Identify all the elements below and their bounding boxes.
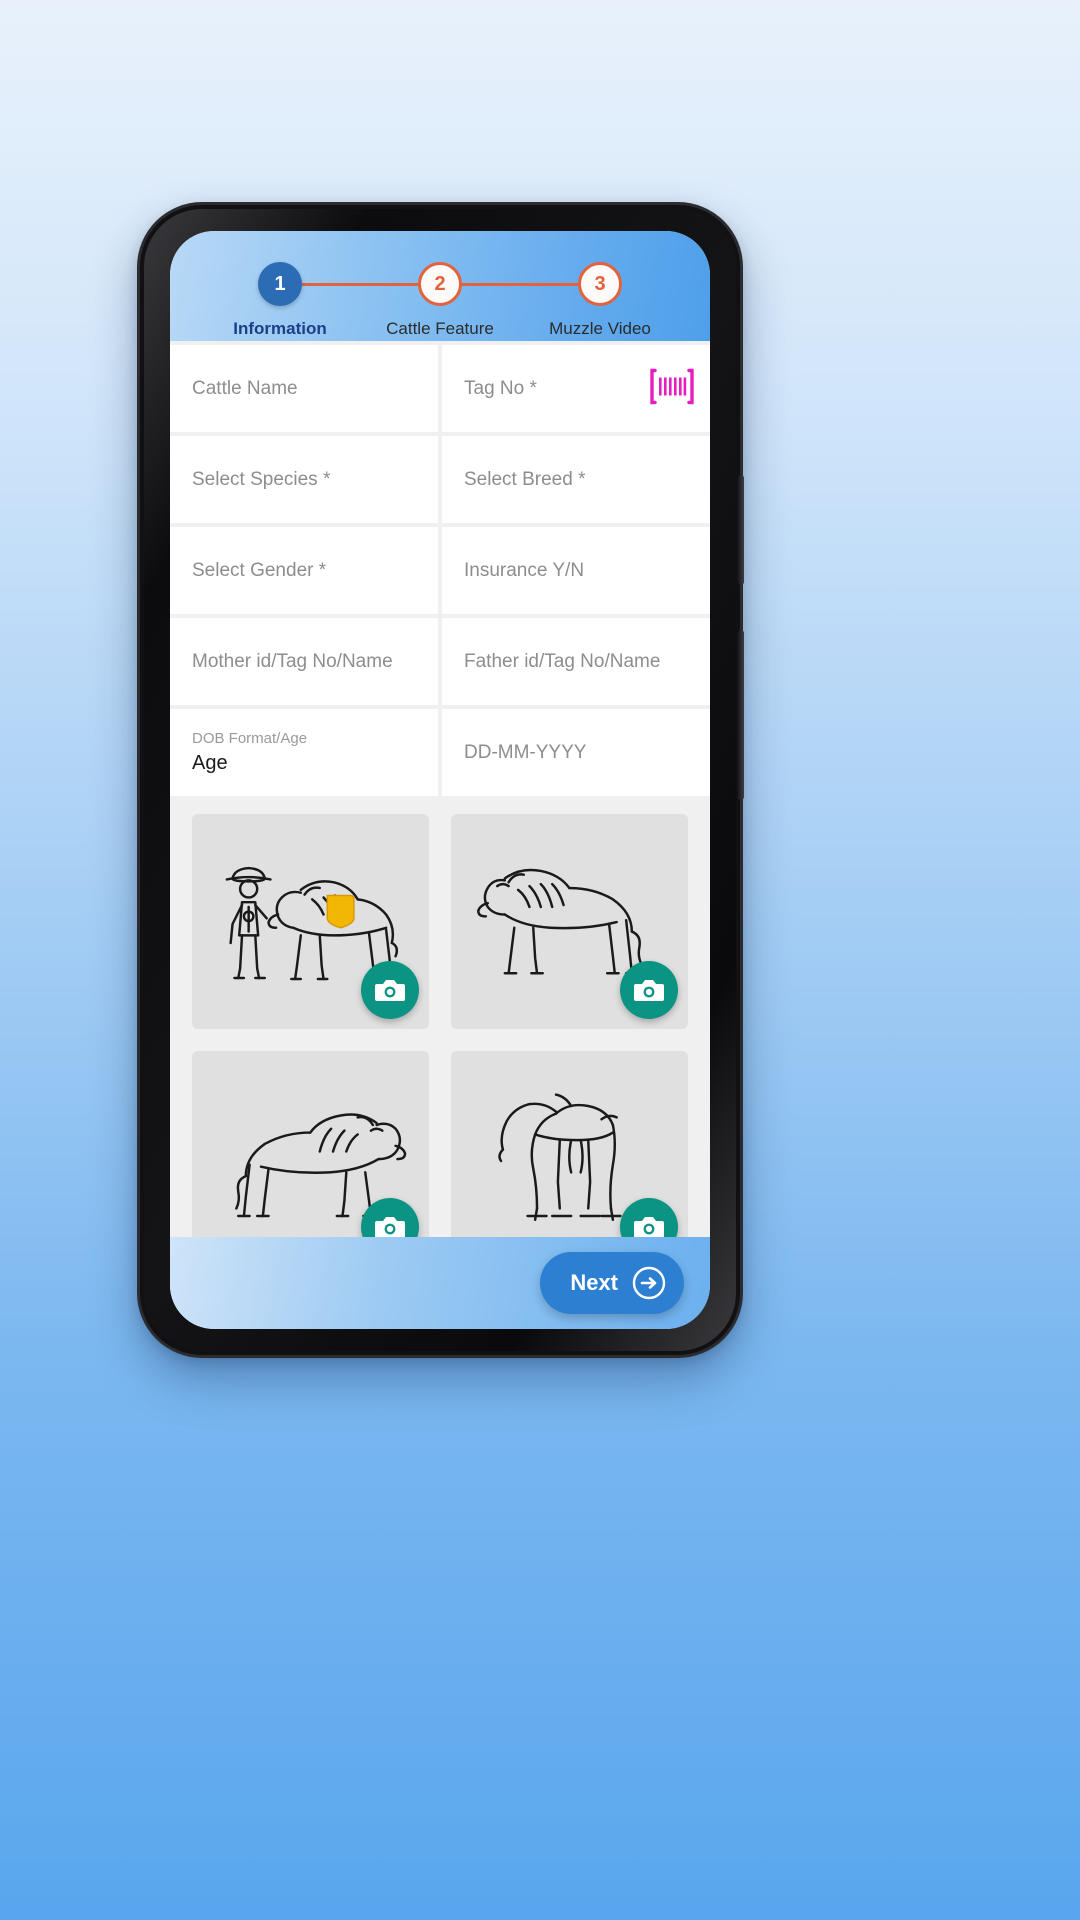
stepper-node-2-number: 2 xyxy=(434,272,446,295)
form-grid: Cattle Name Tag No * Select Species * Se… xyxy=(170,341,710,796)
field-select-breed-placeholder: Select Breed * xyxy=(464,468,586,490)
field-dob-format-value: Age xyxy=(192,752,228,774)
photo-tile-cattle-side[interactable] xyxy=(451,814,688,1029)
photo-capture-grid xyxy=(170,796,710,1237)
photo-tile-cattle-rear[interactable] xyxy=(451,1051,688,1237)
next-button-label: Next xyxy=(570,1270,618,1295)
field-select-gender[interactable]: Select Gender * xyxy=(170,527,438,614)
stepper-node-3[interactable]: 3 xyxy=(578,262,622,306)
field-insurance-placeholder: Insurance Y/N xyxy=(464,559,585,581)
volume-button[interactable] xyxy=(738,475,744,585)
barcode-icon[interactable] xyxy=(650,366,694,411)
stepper-label-information[interactable]: Information xyxy=(204,319,356,339)
camera-icon xyxy=(634,1217,664,1237)
field-select-species[interactable]: Select Species * xyxy=(170,436,438,523)
field-tag-no[interactable]: Tag No * xyxy=(442,345,710,432)
stepper-node-1-number: 1 xyxy=(274,272,286,295)
stepper-label-cattle-feature[interactable]: Cattle Feature xyxy=(364,319,516,339)
camera-icon xyxy=(634,980,664,1001)
field-father-id[interactable]: Father id/Tag No/Name xyxy=(442,618,710,705)
field-mother-id[interactable]: Mother id/Tag No/Name xyxy=(170,618,438,705)
field-select-species-placeholder: Select Species * xyxy=(192,468,331,490)
power-button[interactable] xyxy=(738,630,744,800)
field-dob-format-label: DOB Format/Age xyxy=(192,730,308,747)
field-select-gender-placeholder: Select Gender * xyxy=(192,559,327,581)
field-insurance[interactable]: Insurance Y/N xyxy=(442,527,710,614)
field-cattle-name[interactable]: Cattle Name xyxy=(170,345,438,432)
stepper-node-2[interactable]: 2 xyxy=(418,262,462,306)
camera-icon xyxy=(375,980,405,1001)
stepper-nodes: 1 2 3 xyxy=(170,261,710,307)
next-button[interactable]: Next xyxy=(540,1252,684,1314)
camera-button-cattle-side[interactable] xyxy=(620,961,678,1019)
bottom-action-bar: Next xyxy=(170,1237,710,1329)
field-dob-date-placeholder: DD-MM-YYYY xyxy=(464,741,587,763)
stepper-labels: Information Cattle Feature Muzzle Video xyxy=(170,307,710,339)
field-dob-date[interactable]: DD-MM-YYYY xyxy=(442,709,710,796)
field-father-id-placeholder: Father id/Tag No/Name xyxy=(464,650,661,672)
photo-tile-farmer-with-cattle[interactable] xyxy=(192,814,429,1029)
photo-tile-cattle-front[interactable] xyxy=(192,1051,429,1237)
stepper-node-1[interactable]: 1 xyxy=(258,262,302,306)
arrow-right-circle-icon xyxy=(632,1266,666,1300)
camera-icon xyxy=(375,1217,405,1237)
camera-button-farmer-with-cattle[interactable] xyxy=(361,961,419,1019)
field-select-breed[interactable]: Select Breed * xyxy=(442,436,710,523)
phone-device-mockup: 1 2 3 Information Cattle Feature Muzzle … xyxy=(140,205,744,1355)
phone-screen: 1 2 3 Information Cattle Feature Muzzle … xyxy=(170,231,710,1329)
field-mother-id-placeholder: Mother id/Tag No/Name xyxy=(192,650,393,672)
progress-stepper: 1 2 3 Information Cattle Feature Muzzle … xyxy=(170,231,710,341)
stepper-label-muzzle-video[interactable]: Muzzle Video xyxy=(524,319,676,339)
field-cattle-name-placeholder: Cattle Name xyxy=(192,377,298,399)
information-form: Cattle Name Tag No * Select Species * Se… xyxy=(170,341,710,1237)
stepper-node-3-number: 3 xyxy=(594,272,606,295)
field-dob-format[interactable]: DOB Format/Age Age xyxy=(170,709,438,796)
